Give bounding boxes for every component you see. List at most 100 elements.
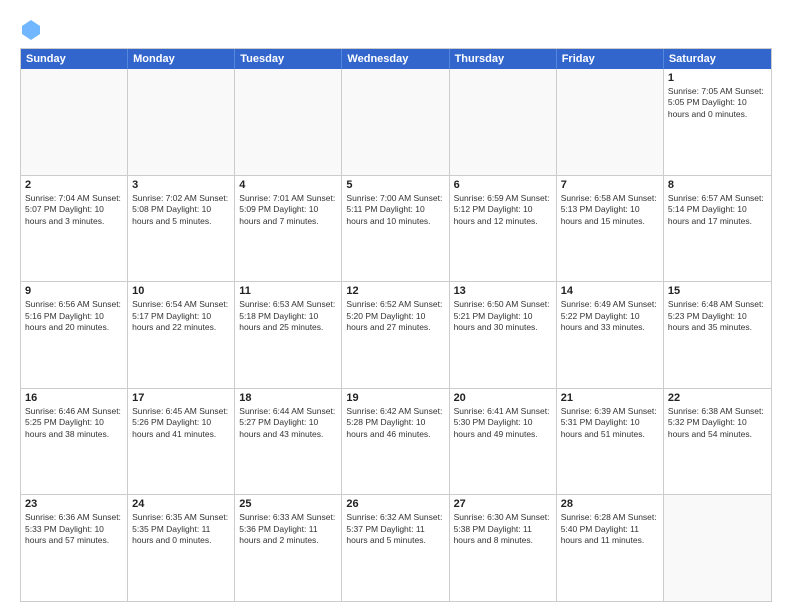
- calendar-day-cell: 24 Sunrise: 6:35 AM Sunset: 5:35 PM Dayli…: [128, 495, 235, 601]
- calendar-day-cell: 11 Sunrise: 6:53 AM Sunset: 5:18 PM Dayli…: [235, 282, 342, 388]
- day-info: Sunrise: 6:44 AM Sunset: 5:27 PM Dayligh…: [239, 406, 337, 440]
- day-number: 2: [25, 179, 123, 191]
- calendar-day-cell: 27 Sunrise: 6:30 AM Sunset: 5:38 PM Dayli…: [450, 495, 557, 601]
- day-info: Sunrise: 6:41 AM Sunset: 5:30 PM Dayligh…: [454, 406, 552, 440]
- logo: [20, 20, 40, 40]
- day-info: Sunrise: 6:56 AM Sunset: 5:16 PM Dayligh…: [25, 299, 123, 333]
- calendar-day-cell: 2 Sunrise: 7:04 AM Sunset: 5:07 PM Daylig…: [21, 176, 128, 282]
- day-number: 19: [346, 392, 444, 404]
- day-info: Sunrise: 6:46 AM Sunset: 5:25 PM Dayligh…: [25, 406, 123, 440]
- day-number: 5: [346, 179, 444, 191]
- day-info: Sunrise: 6:30 AM Sunset: 5:38 PM Dayligh…: [454, 512, 552, 546]
- calendar-day-cell: 3 Sunrise: 7:02 AM Sunset: 5:08 PM Daylig…: [128, 176, 235, 282]
- day-number: 16: [25, 392, 123, 404]
- day-info: Sunrise: 6:38 AM Sunset: 5:32 PM Dayligh…: [668, 406, 767, 440]
- calendar-header-cell: Saturday: [664, 49, 771, 69]
- calendar-empty-cell: [557, 69, 664, 175]
- day-number: 18: [239, 392, 337, 404]
- calendar-empty-cell: [342, 69, 449, 175]
- day-info: Sunrise: 6:45 AM Sunset: 5:26 PM Dayligh…: [132, 406, 230, 440]
- calendar-header-cell: Monday: [128, 49, 235, 69]
- day-number: 22: [668, 392, 767, 404]
- day-number: 9: [25, 285, 123, 297]
- day-number: 26: [346, 498, 444, 510]
- day-info: Sunrise: 7:01 AM Sunset: 5:09 PM Dayligh…: [239, 193, 337, 227]
- day-number: 25: [239, 498, 337, 510]
- calendar-day-cell: 5Sunrise: 7:00 AM Sunset: 5:11 PM Daylig…: [342, 176, 449, 282]
- calendar-day-cell: 20 Sunrise: 6:41 AM Sunset: 5:30 PM Dayli…: [450, 389, 557, 495]
- calendar-header-cell: Tuesday: [235, 49, 342, 69]
- day-number: 23: [25, 498, 123, 510]
- day-info: Sunrise: 6:59 AM Sunset: 5:12 PM Dayligh…: [454, 193, 552, 227]
- day-number: 8: [668, 179, 767, 191]
- calendar-empty-cell: [450, 69, 557, 175]
- calendar-day-cell: 21 Sunrise: 6:39 AM Sunset: 5:31 PM Dayli…: [557, 389, 664, 495]
- calendar-day-cell: 4 Sunrise: 7:01 AM Sunset: 5:09 PM Daylig…: [235, 176, 342, 282]
- day-number: 17: [132, 392, 230, 404]
- day-number: 1: [668, 72, 767, 84]
- day-info: Sunrise: 7:04 AM Sunset: 5:07 PM Dayligh…: [25, 193, 123, 227]
- day-number: 7: [561, 179, 659, 191]
- day-info: Sunrise: 6:39 AM Sunset: 5:31 PM Dayligh…: [561, 406, 659, 440]
- day-number: 27: [454, 498, 552, 510]
- calendar-day-cell: 9 Sunrise: 6:56 AM Sunset: 5:16 PM Daylig…: [21, 282, 128, 388]
- calendar-day-cell: 7 Sunrise: 6:58 AM Sunset: 5:13 PM Daylig…: [557, 176, 664, 282]
- calendar-day-cell: 19 Sunrise: 6:42 AM Sunset: 5:28 PM Dayli…: [342, 389, 449, 495]
- calendar-day-cell: 15 Sunrise: 6:48 AM Sunset: 5:23 PM Dayli…: [664, 282, 771, 388]
- calendar-row: 2 Sunrise: 7:04 AM Sunset: 5:07 PM Daylig…: [21, 175, 771, 282]
- calendar-day-cell: 13 Sunrise: 6:50 AM Sunset: 5:21 PM Dayli…: [450, 282, 557, 388]
- day-number: 13: [454, 285, 552, 297]
- day-info: Sunrise: 7:02 AM Sunset: 5:08 PM Dayligh…: [132, 193, 230, 227]
- calendar-day-cell: 17 Sunrise: 6:45 AM Sunset: 5:26 PM Dayli…: [128, 389, 235, 495]
- calendar-row: 23 Sunrise: 6:36 AM Sunset: 5:33 PM Dayli…: [21, 494, 771, 601]
- day-number: 11: [239, 285, 337, 297]
- day-info: Sunrise: 6:48 AM Sunset: 5:23 PM Dayligh…: [668, 299, 767, 333]
- calendar-day-cell: 22 Sunrise: 6:38 AM Sunset: 5:32 PM Dayli…: [664, 389, 771, 495]
- day-number: 24: [132, 498, 230, 510]
- calendar-header-cell: Thursday: [450, 49, 557, 69]
- calendar-day-cell: 25Sunrise: 6:33 AM Sunset: 5:36 PM Dayli…: [235, 495, 342, 601]
- calendar-body: 1 Sunrise: 7:05 AM Sunset: 5:05 PM Daylig…: [21, 69, 771, 601]
- calendar: SundayMondayTuesdayWednesdayThursdayFrid…: [20, 48, 772, 602]
- calendar-day-cell: 8Sunrise: 6:57 AM Sunset: 5:14 PM Daylig…: [664, 176, 771, 282]
- day-number: 20: [454, 392, 552, 404]
- calendar-day-cell: 10 Sunrise: 6:54 AM Sunset: 5:17 PM Dayli…: [128, 282, 235, 388]
- day-number: 12: [346, 285, 444, 297]
- day-number: 6: [454, 179, 552, 191]
- calendar-day-cell: 28 Sunrise: 6:28 AM Sunset: 5:40 PM Dayli…: [557, 495, 664, 601]
- day-info: Sunrise: 6:35 AM Sunset: 5:35 PM Dayligh…: [132, 512, 230, 546]
- calendar-row: 1 Sunrise: 7:05 AM Sunset: 5:05 PM Daylig…: [21, 69, 771, 175]
- calendar-header-cell: Wednesday: [342, 49, 449, 69]
- calendar-empty-cell: [235, 69, 342, 175]
- day-info: Sunrise: 6:42 AM Sunset: 5:28 PM Dayligh…: [346, 406, 444, 440]
- day-info: Sunrise: 6:50 AM Sunset: 5:21 PM Dayligh…: [454, 299, 552, 333]
- day-info: Sunrise: 6:53 AM Sunset: 5:18 PM Dayligh…: [239, 299, 337, 333]
- calendar-day-cell: 14Sunrise: 6:49 AM Sunset: 5:22 PM Dayli…: [557, 282, 664, 388]
- calendar-day-cell: 1 Sunrise: 7:05 AM Sunset: 5:05 PM Daylig…: [664, 69, 771, 175]
- day-number: 21: [561, 392, 659, 404]
- header: [20, 16, 772, 40]
- calendar-header-cell: Sunday: [21, 49, 128, 69]
- day-info: Sunrise: 7:05 AM Sunset: 5:05 PM Dayligh…: [668, 86, 767, 120]
- calendar-empty-cell: [664, 495, 771, 601]
- calendar-header: SundayMondayTuesdayWednesdayThursdayFrid…: [21, 49, 771, 69]
- day-number: 15: [668, 285, 767, 297]
- day-number: 4: [239, 179, 337, 191]
- day-info: Sunrise: 6:49 AM Sunset: 5:22 PM Dayligh…: [561, 299, 659, 333]
- day-number: 28: [561, 498, 659, 510]
- day-info: Sunrise: 6:36 AM Sunset: 5:33 PM Dayligh…: [25, 512, 123, 546]
- day-info: Sunrise: 6:52 AM Sunset: 5:20 PM Dayligh…: [346, 299, 444, 333]
- calendar-day-cell: 6 Sunrise: 6:59 AM Sunset: 5:12 PM Daylig…: [450, 176, 557, 282]
- calendar-day-cell: 16 Sunrise: 6:46 AM Sunset: 5:25 PM Dayli…: [21, 389, 128, 495]
- calendar-day-cell: 23 Sunrise: 6:36 AM Sunset: 5:33 PM Dayli…: [21, 495, 128, 601]
- day-info: Sunrise: 6:54 AM Sunset: 5:17 PM Dayligh…: [132, 299, 230, 333]
- day-info: Sunrise: 6:28 AM Sunset: 5:40 PM Dayligh…: [561, 512, 659, 546]
- logo-icon: [22, 20, 40, 40]
- day-number: 10: [132, 285, 230, 297]
- calendar-day-cell: 26 Sunrise: 6:32 AM Sunset: 5:37 PM Dayli…: [342, 495, 449, 601]
- day-number: 3: [132, 179, 230, 191]
- day-info: Sunrise: 6:32 AM Sunset: 5:37 PM Dayligh…: [346, 512, 444, 546]
- day-info: Sunrise: 6:58 AM Sunset: 5:13 PM Dayligh…: [561, 193, 659, 227]
- calendar-day-cell: 12 Sunrise: 6:52 AM Sunset: 5:20 PM Dayli…: [342, 282, 449, 388]
- calendar-row: 9 Sunrise: 6:56 AM Sunset: 5:16 PM Daylig…: [21, 281, 771, 388]
